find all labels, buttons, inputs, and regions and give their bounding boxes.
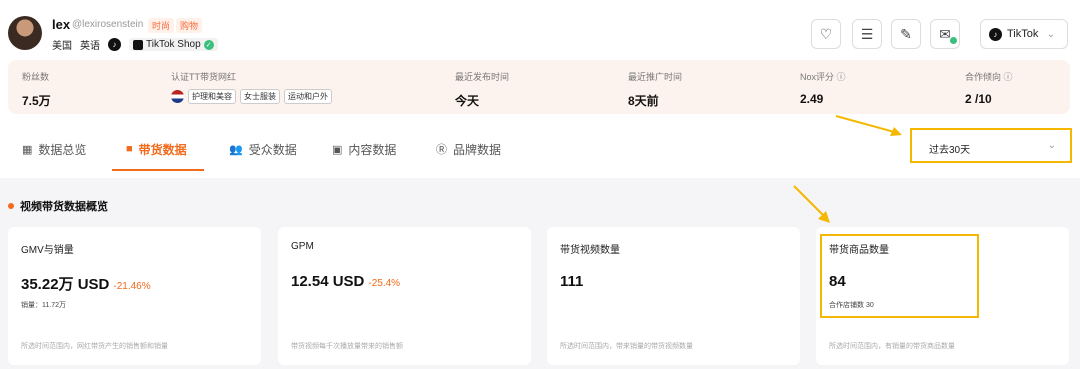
tag-shopping: 购物 <box>176 18 203 33</box>
favorite-button[interactable]: ♡ <box>811 19 841 49</box>
card-value-row: 111 <box>560 273 583 290</box>
active-tab-indicator <box>112 169 204 171</box>
stat-label: 最近发布时间 <box>455 72 510 82</box>
card-value: 111 <box>560 273 584 290</box>
people-icon: 👥 <box>229 143 243 156</box>
stat-label: 合作倾向 ⓘ <box>965 70 1013 83</box>
stat-last-post: 最近发布时间 今天 <box>455 70 509 109</box>
highlight-box <box>820 234 979 318</box>
card-value-row: 12.54 USD -25.4% <box>291 273 400 290</box>
nox-label: Nox评分 <box>800 72 835 82</box>
category-chip: 女士服装 <box>240 89 280 104</box>
country-label: 美国 <box>52 41 72 52</box>
stat-label: 最近推广时间 <box>628 72 683 82</box>
list-icon: ☰ <box>860 25 874 42</box>
contact-button[interactable]: ✉ <box>930 19 960 49</box>
card-title: GMV与销量 <box>21 245 74 256</box>
stat-value: 2 /10 <box>965 92 992 106</box>
tag-fashion: 时尚 <box>148 18 175 33</box>
category-chips: 护理和美容 女士服装 运动和户外 <box>171 89 332 104</box>
card-gmv: GMV与销量 35.22万 USD -21.46% 销量：11.72万 所选时间范… <box>8 227 261 365</box>
stat-label: Nox评分 ⓘ <box>800 70 846 83</box>
edit-button[interactable]: ✎ <box>891 19 921 49</box>
tab-overview[interactable]: ▦ 数据总览 <box>22 128 86 170</box>
info-icon[interactable]: ⓘ <box>837 72 846 82</box>
stats-strip: 粉丝数 7.5万 认证TT带货网红 护理和美容 女士服装 运动和户外 最近发布时… <box>8 60 1070 114</box>
heart-icon: ♡ <box>819 25 833 42</box>
section-title: 视频带货数据概览 <box>8 198 108 214</box>
category-chip: 运动和户外 <box>284 89 332 104</box>
card-footnote: 所选时间范围内，网红带货产生的销售额和销量 <box>21 343 168 350</box>
verified-icon: ✓ <box>203 39 214 50</box>
tab-audience[interactable]: 👥 受众数据 <box>229 128 297 170</box>
bullet-dot-icon <box>8 203 14 209</box>
stat-fans: 粉丝数 7.5万 <box>22 70 51 109</box>
card-title: 带货视频数量 <box>560 245 620 256</box>
annotation-arrow-icon <box>793 185 830 223</box>
tab-sales[interactable]: ■ 带货数据 <box>126 128 187 170</box>
profile-header: lex @lexirosenstein 时尚 购物 美国 英语 ♪ TikTok… <box>0 0 1080 178</box>
profile-meta: 美国 英语 ♪ TikTok Shop ✓ <box>52 37 218 52</box>
shop-bag-icon <box>133 39 143 50</box>
card-footnote: 所选时间范围内，带来销量的带货视频数量 <box>560 343 693 350</box>
platform-select[interactable]: ♪ TikTok ⌄ <box>980 19 1068 49</box>
stat-cooperation: 合作倾向 ⓘ 2 /10 <box>965 70 1013 106</box>
platform-label: TikTok <box>1007 28 1039 40</box>
stat-last-promo: 最近推广时间 8天前 <box>628 70 682 109</box>
tab-content[interactable]: ▣ 内容数据 <box>332 128 396 170</box>
tab-label: 数据总览 <box>38 142 87 157</box>
grid-icon: ▦ <box>22 143 33 156</box>
card-value: 12.54 USD <box>291 273 365 290</box>
shop-label: TikTok Shop <box>146 39 201 50</box>
stat-certified: 认证TT带货网红 护理和美容 女士服装 运动和户外 <box>171 70 332 104</box>
username: lex <box>52 17 71 32</box>
coop-label: 合作倾向 <box>965 72 1002 82</box>
stat-nox-score: Nox评分 ⓘ 2.49 <box>800 70 846 106</box>
status-dot <box>949 36 958 45</box>
card-value: 35.22万 USD <box>21 276 110 293</box>
section-title-text: 视频带货数据概览 <box>20 201 108 213</box>
us-flag-icon <box>171 90 184 103</box>
tab-label: 品牌数据 <box>453 142 502 157</box>
avatar[interactable] <box>8 16 42 50</box>
card-title: GPM <box>291 241 314 252</box>
tiktok-shop-badge: TikTok Shop ✓ <box>129 38 218 51</box>
tiktok-icon: ♪ <box>989 27 1002 41</box>
card-video-count: 带货视频数量 111 所选时间范围内，带来销量的带货视频数量 <box>547 227 800 365</box>
card-footnote: 带货视频每千次播放量带来的销售额 <box>291 343 403 350</box>
video-icon: ▣ <box>332 143 343 156</box>
card-change: -25.4% <box>368 278 401 289</box>
chevron-down-icon: ⌄ <box>1047 140 1056 151</box>
card-gpm: GPM 12.54 USD -25.4% 带货视频每千次播放量带来的销售额 <box>278 227 531 365</box>
edit-icon: ✎ <box>900 25 912 42</box>
info-icon[interactable]: ⓘ <box>1004 72 1013 82</box>
card-change: -21.46% <box>113 281 151 292</box>
user-handle: @lexirosenstein <box>72 19 144 30</box>
stat-label: 粉丝数 <box>22 72 50 82</box>
tab-label: 受众数据 <box>248 142 297 157</box>
stat-value: 今天 <box>455 94 480 108</box>
category-chip: 护理和美容 <box>188 89 236 104</box>
stat-value: 2.49 <box>800 92 824 106</box>
period-select[interactable]: 过去30天 ⌄ <box>910 128 1072 163</box>
stat-label: 认证TT带货网红 <box>171 72 236 82</box>
language-label: 英语 <box>80 41 100 52</box>
card-footnote: 所选时间范围内，有销量的带货商品数量 <box>829 343 955 350</box>
tab-bar: ▦ 数据总览 ■ 带货数据 👥 受众数据 ▣ 内容数据 Ⓡ 品牌数据 <box>0 128 900 172</box>
brand-icon: Ⓡ <box>436 144 447 156</box>
stat-value: 8天前 <box>628 94 659 108</box>
annotation-arrow-icon <box>835 115 902 136</box>
tab-label: 带货数据 <box>138 142 187 157</box>
chevron-down-icon: ⌄ <box>1046 28 1055 40</box>
tiktok-icon: ♪ <box>108 38 121 51</box>
card-sub: 销量：11.72万 <box>21 302 66 309</box>
tab-label: 内容数据 <box>348 142 397 157</box>
tab-brand[interactable]: Ⓡ 品牌数据 <box>436 128 501 170</box>
notes-button[interactable]: ☰ <box>852 19 882 49</box>
period-label: 过去30天 <box>929 145 971 156</box>
bag-icon: ■ <box>126 143 133 155</box>
card-value-row: 35.22万 USD -21.46% <box>21 273 151 294</box>
stat-value: 7.5万 <box>22 94 51 108</box>
